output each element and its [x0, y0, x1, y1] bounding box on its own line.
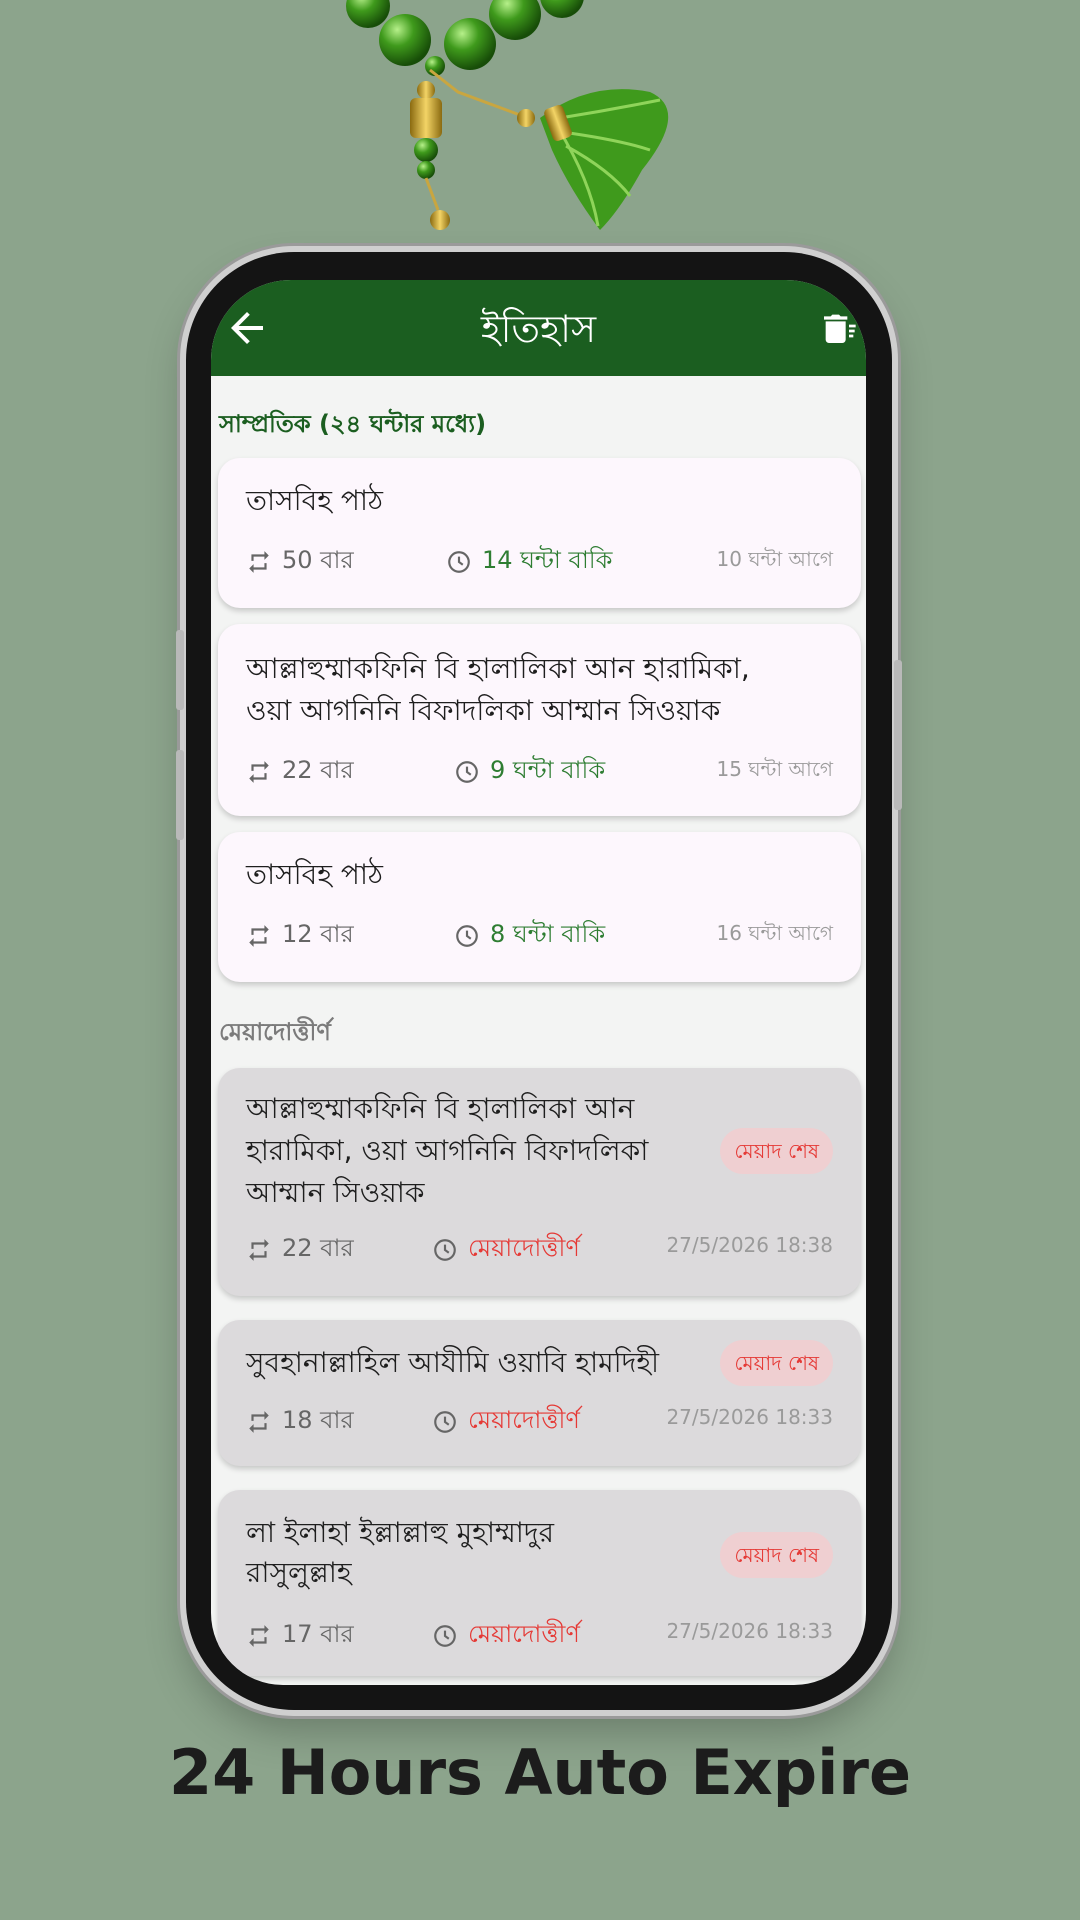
app-screen: ইতিহাস সাম্প্রতিক (২৪ ঘন্টার মধ্যে) তাসব…	[211, 280, 866, 1685]
repeat-icon	[249, 551, 269, 573]
clock-icon	[434, 1625, 456, 1647]
count-group: 18 বার	[246, 1402, 354, 1442]
count-group: 22 বার	[246, 1230, 354, 1270]
card-title-line: আম্মান সিওয়াক	[246, 1176, 425, 1209]
remaining-group: 9 ঘন্টা বাকি	[454, 752, 605, 792]
clock-icon	[448, 551, 470, 573]
count-label: 22 বার	[282, 1234, 354, 1262]
recent-section-header: সাম্প্রতিক (২৪ ঘন্টার মধ্যে)	[219, 410, 487, 438]
count-group: 17 বার	[246, 1616, 354, 1656]
card-title-line: রাসুলুল্লাহ	[246, 1556, 352, 1589]
remaining-label: 14 ঘন্টা বাকি	[482, 546, 613, 574]
card-title-line: আল্লাহুম্মাকফিনি বি হালালিকা আন হারামিকা…	[246, 652, 750, 685]
count-label: 50 বার	[282, 546, 354, 574]
expired-badge: মেয়াদ শেষ	[720, 1340, 833, 1386]
card-title-line: সুবহানাল্লাহিল আযীমি ওয়াবি হামদিহী	[246, 1346, 660, 1379]
repeat-icon	[249, 761, 269, 783]
count-label: 22 বার	[282, 756, 354, 784]
expired-badge: মেয়াদ শেষ	[720, 1532, 833, 1578]
repeat-icon	[249, 1625, 269, 1647]
expired-date: 27/5/2026 18:38	[666, 1233, 833, 1257]
status-label: মেয়াদোত্তীর্ণ	[468, 1234, 580, 1262]
phone-power-button	[894, 660, 902, 810]
history-card[interactable]: তাসবিহ পাঠ 50 বার 14 ঘন্টা বাকি 10 ঘন্টা…	[218, 458, 861, 608]
time-ago: 10 ঘন্টা আগে	[716, 547, 833, 571]
clock-icon	[434, 1411, 456, 1433]
page-title: ইতিহাস	[480, 307, 597, 351]
expired-date: 27/5/2026 18:33	[666, 1619, 833, 1643]
phone-volume-button	[176, 630, 184, 710]
app-bar: ইতিহাস	[211, 280, 866, 376]
repeat-icon	[249, 925, 269, 947]
card-title: তাসবিহ পাঠ	[246, 484, 383, 517]
count-label: 12 বার	[282, 920, 354, 948]
remaining-label: 8 ঘন্টা বাকি	[490, 920, 606, 948]
status-group: মেয়াদোত্তীর্ণ	[432, 1402, 580, 1442]
promo-caption: 24 Hours Auto Expire	[168, 1736, 912, 1809]
clock-icon	[434, 1239, 456, 1261]
count-group: 50 বার	[246, 542, 354, 582]
card-title-line: আল্লাহুম্মাকফিনি বি হালালিকা আন	[246, 1092, 635, 1125]
count-group: 12 বার	[246, 916, 354, 956]
card-meta: 22 বার মেয়াদোত্তীর্ণ 27/5/2026 18:38	[246, 1230, 833, 1266]
history-card[interactable]: তাসবিহ পাঠ 12 বার 8 ঘন্টা বাকি 16 ঘন্টা …	[218, 832, 861, 982]
time-ago: 15 ঘন্টা আগে	[716, 757, 833, 781]
time-ago: 16 ঘন্টা আগে	[716, 921, 833, 945]
expired-history-card[interactable]: সুবহানাল্লাহিল আযীমি ওয়াবি হামদিহী মেয়…	[218, 1320, 861, 1466]
card-title-line: লা ইলাহা ইল্লাল্লাহু মুহাম্মাদুর	[246, 1516, 554, 1549]
history-card[interactable]: আল্লাহুম্মাকফিনি বি হালালিকা আন হারামিকা…	[218, 624, 861, 816]
remaining-group: 14 ঘন্টা বাকি	[446, 542, 612, 582]
expired-date: 27/5/2026 18:33	[666, 1405, 833, 1429]
count-label: 17 বার	[282, 1620, 354, 1648]
repeat-icon	[249, 1239, 269, 1261]
card-meta: 50 বার 14 ঘন্টা বাকি 10 ঘন্টা আগে	[246, 542, 833, 578]
card-meta: 12 বার 8 ঘন্টা বাকি 16 ঘন্টা আগে	[246, 916, 833, 952]
status-label: মেয়াদোত্তীর্ণ	[468, 1406, 580, 1434]
remaining-label: 9 ঘন্টা বাকি	[490, 756, 606, 784]
repeat-icon	[249, 1411, 269, 1433]
delete-sweep-icon[interactable]	[818, 308, 860, 348]
card-meta: 17 বার মেয়াদোত্তীর্ণ 27/5/2026 18:33	[246, 1616, 833, 1652]
card-title-line: ওয়া আগনিনি বিফাদলিকা আম্মান সিওয়াক	[246, 694, 721, 727]
status-group: মেয়াদোত্তীর্ণ	[432, 1616, 580, 1656]
status-label: মেয়াদোত্তীর্ণ	[468, 1620, 580, 1648]
clock-icon	[456, 761, 478, 783]
phone-volume-button	[176, 750, 184, 840]
expired-history-card[interactable]: লা ইলাহা ইল্লাল্লাহু মুহাম্মাদুর রাসুলুল…	[218, 1490, 861, 1676]
expired-section-header: মেয়াদোত্তীর্ণ	[219, 1018, 331, 1046]
clock-icon	[456, 925, 478, 947]
card-meta: 22 বার 9 ঘন্টা বাকি 15 ঘন্টা আগে	[246, 752, 833, 788]
card-title: তাসবিহ পাঠ	[246, 858, 383, 891]
remaining-group: 8 ঘন্টা বাকি	[454, 916, 605, 956]
count-group: 22 বার	[246, 752, 354, 792]
card-title-line: হারামিকা, ওয়া আগনিনি বিফাদলিকা	[246, 1134, 649, 1167]
card-meta: 18 বার মেয়াদোত্তীর্ণ 27/5/2026 18:33	[246, 1402, 833, 1438]
status-group: মেয়াদোত্তীর্ণ	[432, 1230, 580, 1270]
count-label: 18 বার	[282, 1406, 354, 1434]
expired-badge: মেয়াদ শেষ	[720, 1128, 833, 1174]
tasbih-beads-illustration	[346, 0, 669, 231]
expired-history-card[interactable]: আল্লাহুম্মাকফিনি বি হালালিকা আন হারামিকা…	[218, 1068, 861, 1296]
